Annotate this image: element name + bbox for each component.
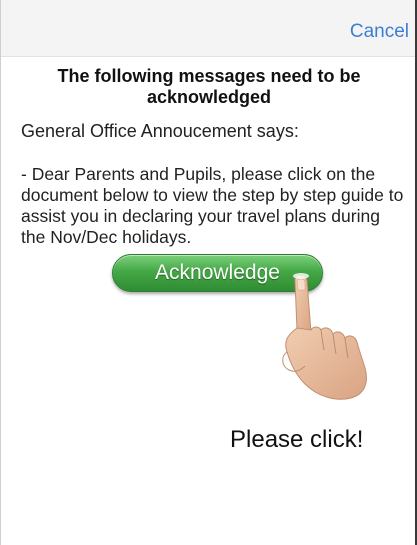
please-click-callout: Please click!: [230, 426, 364, 453]
app-screen: Cancel The following messages need to be…: [0, 0, 417, 545]
message-body: - Dear Parents and Pupils, please click …: [21, 164, 404, 247]
navigation-bar: Cancel: [1, 0, 415, 57]
sender-line: General Office Annoucement says:: [21, 121, 299, 141]
dialog-title: The following messages need to be acknow…: [57, 66, 361, 107]
pointing-hand-icon: [282, 273, 367, 400]
cancel-button[interactable]: Cancel: [350, 21, 409, 43]
